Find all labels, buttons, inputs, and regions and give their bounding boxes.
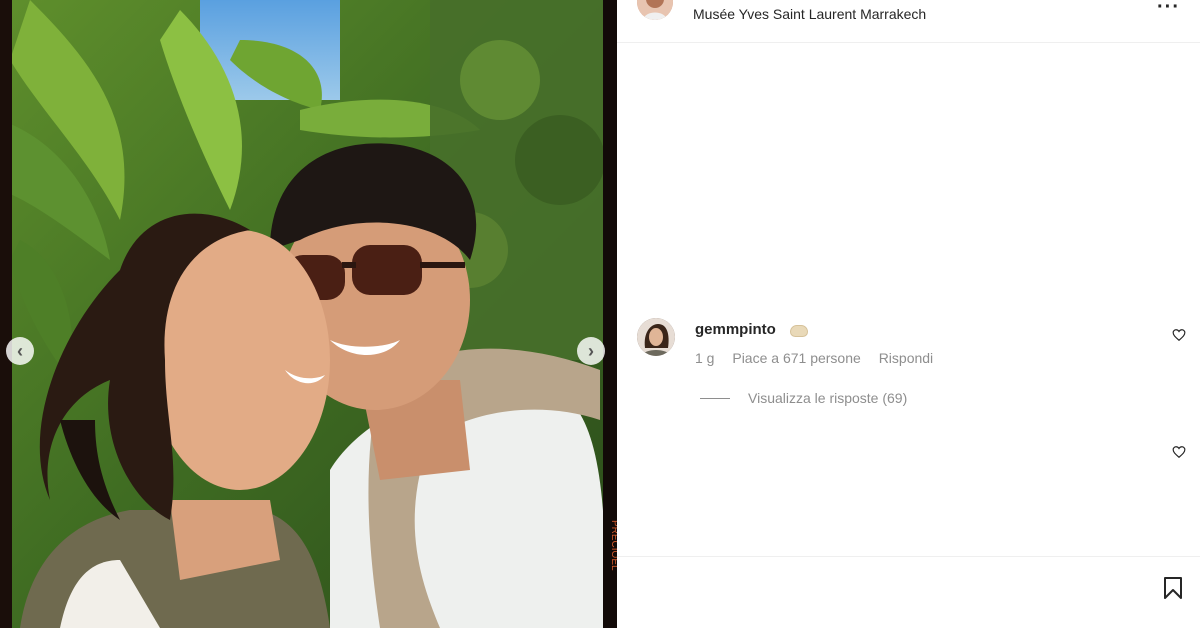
actions-divider <box>617 556 1200 557</box>
more-horizontal-icon[interactable]: ··· <box>1157 0 1180 19</box>
post-location[interactable]: Musée Yves Saint Laurent Marrakech <box>693 6 926 22</box>
heart-icon[interactable] <box>1172 328 1186 342</box>
replies-divider <box>700 397 730 399</box>
bookmark-icon[interactable] <box>1163 576 1183 600</box>
comment-likes[interactable]: Piace a 671 persone <box>732 350 860 366</box>
post-side-panel: Musée Yves Saint Laurent Marrakech ··· g… <box>617 0 1200 628</box>
comment-item: gemmpinto 1 g Piace a 671 persone Rispon… <box>637 318 1177 378</box>
post-header: Musée Yves Saint Laurent Marrakech ··· <box>617 0 1200 43</box>
previous-photo-button[interactable]: ‹ <box>6 337 34 365</box>
view-replies-button[interactable]: Visualizza le risposte (69) <box>700 390 907 406</box>
film-edge-text: PRECIOEL <box>609 520 617 571</box>
chevron-left-icon: ‹ <box>17 341 23 361</box>
heart-icon[interactable] <box>1172 445 1186 459</box>
lips-emoji-icon <box>790 325 808 337</box>
reply-button[interactable]: Rispondi <box>879 350 933 366</box>
commenter-username[interactable]: gemmpinto <box>695 321 776 338</box>
commenter-avatar[interactable] <box>637 318 675 356</box>
author-avatar[interactable] <box>637 0 673 20</box>
post-photo[interactable]: PRECIOEL ‹ › <box>0 0 617 628</box>
comment-time: 1 g <box>695 350 715 366</box>
view-replies-label: Visualizza le risposte (69) <box>748 390 908 406</box>
photo-illustration: PRECIOEL <box>0 0 617 628</box>
comment-meta: 1 g Piace a 671 persone Rispondi <box>695 350 947 366</box>
chevron-right-icon: › <box>588 341 594 361</box>
next-photo-button[interactable]: › <box>577 337 605 365</box>
